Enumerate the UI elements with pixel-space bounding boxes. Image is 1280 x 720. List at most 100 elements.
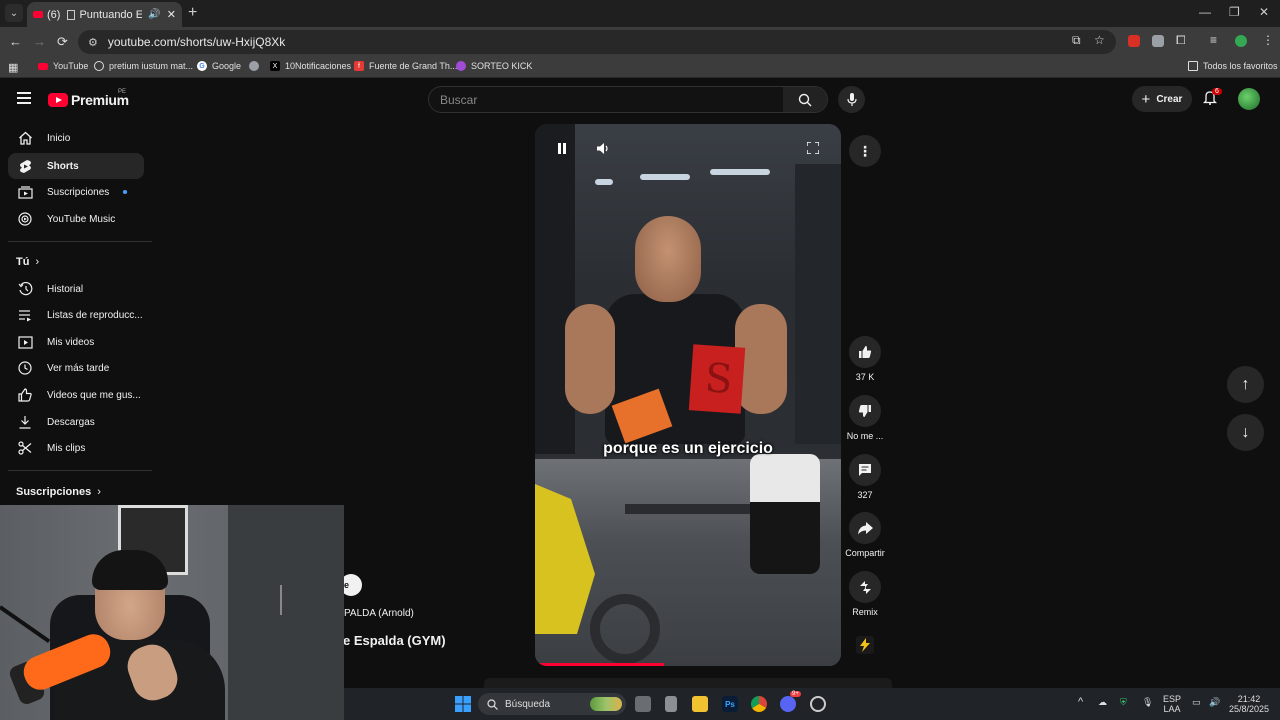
bookmark-globe[interactable] (249, 61, 264, 71)
minimize-button[interactable]: — (1199, 5, 1211, 19)
short-video-player[interactable]: S porque es un ejercicio (535, 124, 841, 666)
bookmarks-bar: ▦ YouTube pretium iustum mat... G Google … (0, 56, 1280, 78)
reload-icon[interactable]: ⟳ (57, 34, 68, 50)
notification-badge: 6 (1212, 88, 1222, 95)
like-button[interactable] (849, 336, 881, 368)
search-box[interactable]: Buscar (428, 86, 828, 113)
browser-menu-icon[interactable]: ⋮ (1262, 33, 1274, 47)
bookmark-star-icon[interactable]: ☆ (1094, 33, 1105, 47)
sidebar-subscriptions-heading[interactable]: Suscripciones › (16, 486, 101, 498)
microphone-icon (846, 92, 857, 106)
bookmark-notificaciones[interactable]: X 10Notificaciones (270, 61, 351, 71)
sidebar-you-heading[interactable]: Tú › (16, 256, 39, 268)
speaker-icon[interactable]: 🔊 (148, 9, 160, 20)
youtube-premium-logo[interactable]: Premium PE (48, 89, 129, 108)
bookmark-pretium[interactable]: pretium iustum mat... (94, 61, 193, 71)
presenter-arm (565, 304, 615, 414)
bookmark-grand-theft[interactable]: f Fuente de Grand Th... (354, 61, 457, 71)
close-window-button[interactable]: ✕ (1259, 5, 1269, 19)
new-tab-button[interactable]: + (188, 4, 197, 22)
taskbar-search[interactable]: Búsqueda (478, 693, 626, 715)
channel-avatar-button[interactable] (849, 629, 881, 661)
forward-arrow-icon[interactable]: → (33, 34, 46, 49)
language-indicator[interactable]: ESP LAA (1163, 694, 1181, 714)
back-arrow-icon[interactable]: ← (9, 34, 22, 49)
tab-search-button[interactable]: ⌄ (5, 4, 23, 22)
sidebar-item-historial[interactable]: Historial (8, 276, 144, 302)
sidebar-item-shorts[interactable]: Shorts (8, 153, 144, 179)
bookmark-google[interactable]: G Google (197, 61, 241, 71)
all-bookmarks-button[interactable]: Todos los favoritos (1188, 61, 1278, 71)
extensions-puzzle-icon[interactable]: ⧠ (1176, 33, 1186, 48)
sidebar-item-playlists[interactable]: Listas de reproducc... (8, 302, 144, 328)
search-button[interactable] (783, 87, 827, 112)
clock[interactable]: 21:42 25/8/2025 (1229, 694, 1269, 714)
search-icon (487, 698, 498, 710)
extension-icon[interactable] (1152, 35, 1164, 47)
security-shield-icon[interactable]: ⛨ (1120, 697, 1127, 707)
media-controls-icon[interactable]: ≡ (1210, 33, 1217, 47)
speaker-icon[interactable]: 🔊 (1209, 697, 1220, 707)
dislike-button[interactable] (849, 395, 881, 427)
share-button[interactable] (849, 512, 881, 544)
sidebar-item-suscripciones[interactable]: Suscripciones (8, 179, 144, 205)
file-explorer-icon[interactable] (692, 696, 708, 712)
next-short-button[interactable]: ↓ (1227, 414, 1264, 451)
ceiling-light (640, 174, 690, 180)
taskbar-app-icon[interactable] (665, 696, 677, 712)
network-icon[interactable]: ▭ (1192, 697, 1201, 707)
volume-button[interactable] (597, 142, 610, 157)
discord-icon[interactable]: 9+ (780, 691, 801, 712)
short-subtitle: PALDA (Arnold) (344, 608, 414, 619)
chrome-icon[interactable] (751, 696, 767, 712)
sidebar-item-mis-clips[interactable]: Mis clips (8, 435, 144, 461)
red-card: S (688, 344, 746, 414)
hamburger-menu-icon[interactable] (17, 92, 31, 104)
fullscreen-button[interactable] (806, 141, 820, 157)
remix-icon (859, 580, 871, 594)
bookmark-sorteo-kick[interactable]: SORTEO KICK (456, 61, 532, 71)
video-progress-bar[interactable] (535, 663, 664, 666)
windows-start-icon[interactable] (455, 696, 471, 712)
browser-tab-active[interactable]: (6) Puntuando Ejercicios 🔊 ✕ (27, 2, 182, 27)
pause-button[interactable] (557, 142, 567, 157)
address-bar[interactable]: ⚙ youtube.com/shorts/uw-HxijQ8Xk (78, 30, 1116, 54)
cast-icon[interactable]: ⧉ (1072, 33, 1081, 48)
search-input[interactable]: Buscar (440, 93, 477, 107)
comments-button[interactable] (849, 454, 881, 486)
photoshop-icon[interactable]: Ps (722, 696, 738, 712)
tab-close-button[interactable]: ✕ (167, 8, 176, 21)
create-button[interactable]: + Crear (1132, 86, 1192, 112)
onedrive-icon[interactable]: ☁ (1098, 697, 1107, 707)
extension-icon[interactable] (1128, 35, 1140, 47)
more-options-button[interactable]: ⋮ (849, 135, 881, 167)
chevron-up-icon[interactable]: ^ (1078, 697, 1083, 708)
lightning-logo-icon (856, 636, 874, 654)
bookmark-youtube[interactable]: YouTube (38, 61, 88, 71)
search-highlight-image (590, 697, 622, 711)
site-info-icon[interactable]: ⚙ (88, 36, 98, 49)
previous-short-button[interactable]: ↑ (1227, 366, 1264, 403)
music-icon (17, 211, 33, 227)
my-videos-icon (17, 334, 33, 350)
sidebar-item-youtube-music[interactable]: YouTube Music (8, 206, 144, 232)
thumbs-up-icon (859, 346, 872, 358)
arrow-down-icon: ↓ (1241, 423, 1250, 441)
taskbar-app-icon[interactable] (810, 696, 826, 712)
restore-button[interactable]: ❐ (1229, 5, 1240, 19)
sidebar-item-mis-videos[interactable]: Mis videos (8, 329, 144, 355)
notifications-button[interactable]: 6 (1202, 88, 1222, 110)
task-view-icon[interactable] (635, 696, 651, 712)
sidebar-item-ver-mas-tarde[interactable]: Ver más tarde (8, 355, 144, 381)
remix-button[interactable] (849, 571, 881, 603)
short-title[interactable]: e Espalda (GYM) (343, 633, 446, 648)
share-icon (857, 521, 873, 534)
account-avatar[interactable] (1238, 88, 1260, 110)
apps-grid-icon[interactable]: ▦ (8, 61, 18, 74)
microphone-icon[interactable]: 🎙 (1142, 697, 1153, 707)
sidebar-item-descargas[interactable]: Descargas (8, 409, 144, 435)
sidebar-item-liked-videos[interactable]: Videos que me gus... (8, 382, 144, 408)
voice-search-button[interactable] (838, 86, 865, 113)
sidebar-item-inicio[interactable]: Inicio (8, 125, 144, 151)
profile-avatar-icon[interactable] (1235, 35, 1247, 47)
